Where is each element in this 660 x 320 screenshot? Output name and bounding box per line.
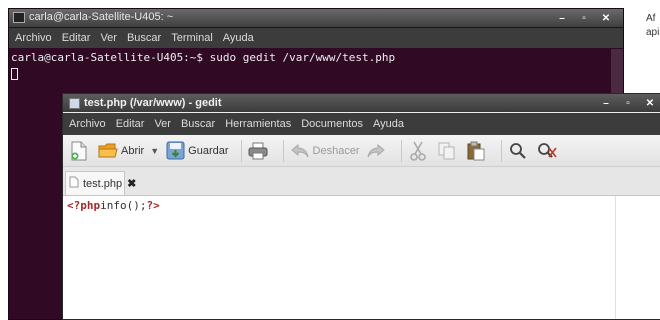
- terminal-menu-buscar[interactable]: Buscar: [127, 32, 161, 44]
- gedit-menu-herramientas[interactable]: Herramientas: [225, 118, 291, 130]
- open-folder-icon: [98, 141, 118, 161]
- terminal-cursor: [11, 68, 18, 80]
- tab-test-php[interactable]: test.php ✖: [65, 171, 136, 195]
- document-icon: [69, 175, 79, 193]
- toolbar-separator: [240, 139, 242, 162]
- php-open-tag: <?php: [67, 199, 101, 212]
- dropdown-arrow-icon: ▼: [150, 145, 160, 156]
- print-icon: [248, 141, 268, 161]
- gedit-window-controls: – ▫ ✕: [595, 96, 660, 110]
- gedit-window: test.php (/var/www) - gedit – ▫ ✕ Archiv…: [62, 93, 660, 320]
- maximize-icon[interactable]: ▫: [573, 11, 595, 25]
- gedit-app-icon: [69, 98, 80, 109]
- gedit-title: test.php (/var/www) - gedit: [84, 97, 222, 109]
- terminal-prompt-line: carla@carla-Satellite-U405:~$ sudo gedit…: [11, 51, 396, 64]
- undo-icon: [290, 141, 310, 161]
- gedit-toolbar: Abrir ▼ Guardar Deshacer: [63, 135, 660, 167]
- php-close-tag: ?>: [146, 199, 160, 212]
- toolbar-separator: [400, 139, 402, 162]
- text-editor[interactable]: <?phpinfo();?>: [63, 196, 615, 319]
- undo-label: Deshacer: [312, 144, 360, 157]
- terminal-menu-terminal[interactable]: Terminal: [171, 32, 213, 44]
- minimize-icon[interactable]: –: [595, 96, 617, 110]
- paste-button[interactable]: [466, 138, 489, 164]
- tab-close-icon[interactable]: ✖: [127, 177, 136, 190]
- tab-label: test.php: [83, 177, 123, 190]
- gedit-menu-archivo[interactable]: Archivo: [69, 118, 106, 130]
- gedit-menu-ver[interactable]: Ver: [154, 118, 171, 130]
- copy-button[interactable]: [437, 138, 460, 164]
- terminal-window-controls: – ▫ ✕: [551, 11, 617, 25]
- terminal-menu-archivo[interactable]: Archivo: [15, 32, 52, 44]
- find-icon: [508, 141, 528, 161]
- new-document-button[interactable]: [69, 138, 92, 164]
- document-tabs: test.php ✖: [63, 167, 660, 196]
- new-document-icon: [69, 141, 89, 161]
- gedit-menu-buscar[interactable]: Buscar: [181, 118, 215, 130]
- open-button[interactable]: Abrir: [98, 138, 144, 164]
- background-text: Af api: [646, 13, 660, 38]
- terminal-titlebar[interactable]: carla@carla-Satellite-U405: ~ – ▫ ✕: [9, 9, 623, 27]
- undo-button[interactable]: Deshacer: [290, 138, 360, 164]
- terminal-title: carla@carla-Satellite-U405: ~: [29, 11, 174, 23]
- open-dropdown-button[interactable]: ▼: [150, 138, 159, 164]
- print-button[interactable]: [248, 138, 271, 164]
- gedit-titlebar[interactable]: test.php (/var/www) - gedit – ▫ ✕: [63, 94, 660, 112]
- open-label: Abrir: [121, 144, 145, 157]
- copy-icon: [437, 141, 457, 161]
- gedit-menu-editar[interactable]: Editar: [116, 118, 145, 130]
- paste-icon: [466, 141, 486, 161]
- cut-icon: [408, 141, 428, 161]
- redo-button[interactable]: [366, 138, 389, 164]
- close-icon[interactable]: ✕: [595, 11, 617, 25]
- maximize-icon[interactable]: ▫: [617, 96, 639, 110]
- find-replace-icon: [537, 141, 557, 161]
- terminal-menubar: Archivo Editar Ver Buscar Terminal Ayuda: [9, 28, 623, 48]
- gedit-menubar: Archivo Editar Ver Buscar Herramientas D…: [63, 113, 660, 135]
- gedit-menu-documentos[interactable]: Documentos: [301, 118, 363, 130]
- find-button[interactable]: [508, 138, 531, 164]
- save-button[interactable]: Guardar: [165, 138, 229, 164]
- redo-icon: [366, 141, 386, 161]
- terminal-menu-editar[interactable]: Editar: [62, 32, 91, 44]
- code-body: info();: [100, 199, 147, 212]
- minimize-icon[interactable]: –: [551, 11, 573, 25]
- editor-margin: [615, 196, 660, 319]
- save-icon: [165, 141, 185, 161]
- find-replace-button[interactable]: [537, 138, 560, 164]
- cut-button[interactable]: [408, 138, 431, 164]
- close-icon[interactable]: ✕: [639, 96, 660, 110]
- save-label: Guardar: [188, 144, 229, 157]
- toolbar-separator: [500, 139, 502, 162]
- gedit-menu-ayuda[interactable]: Ayuda: [373, 118, 404, 130]
- toolbar-separator: [282, 139, 284, 162]
- terminal-menu-ayuda[interactable]: Ayuda: [223, 32, 254, 44]
- code-line: <?phpinfo();?>: [67, 199, 160, 212]
- terminal-app-icon: [13, 12, 25, 23]
- terminal-menu-ver[interactable]: Ver: [100, 32, 117, 44]
